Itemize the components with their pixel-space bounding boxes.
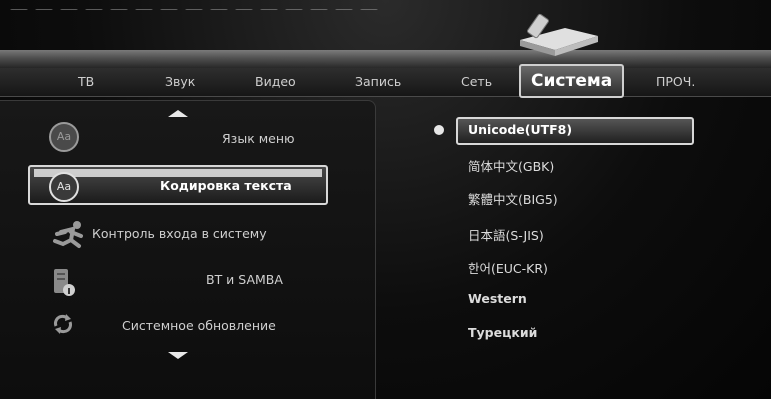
selected-bullet-icon xyxy=(434,125,444,135)
scroll-up-arrow-icon[interactable] xyxy=(168,110,188,117)
top-decoration xyxy=(10,0,410,10)
running-man-icon xyxy=(53,221,83,248)
refresh-icon xyxy=(54,314,72,334)
header-rail xyxy=(0,50,771,68)
menu-item-bt-samba[interactable]: BT и SAMBA xyxy=(206,272,283,287)
tab-other[interactable]: ПРОЧ. xyxy=(656,74,695,89)
device-icon xyxy=(54,269,75,296)
tab-video[interactable]: Видео xyxy=(255,74,296,89)
tab-system[interactable]: Система xyxy=(519,64,625,98)
option-turkish[interactable]: Турецкий xyxy=(468,325,537,340)
tab-sound[interactable]: Звук xyxy=(165,74,195,89)
menu-item-login-control[interactable]: Контроль входа в систему xyxy=(92,226,267,241)
aa-icon: Aa xyxy=(49,172,79,202)
option-big5[interactable]: 繁體中文(BIG5) xyxy=(468,189,558,208)
option-sjis[interactable]: 日本語(S-JIS) xyxy=(468,225,544,244)
tab-network[interactable]: Сеть xyxy=(461,74,492,89)
option-gbk[interactable]: 简体中文(GBK) xyxy=(468,156,554,175)
tab-tv[interactable]: ТВ xyxy=(78,74,94,89)
aa-icon: Aa xyxy=(49,122,79,152)
option-utf8[interactable]: Unicode(UTF8) xyxy=(468,122,572,137)
scroll-down-arrow-icon[interactable] xyxy=(168,352,188,359)
option-western[interactable]: Western xyxy=(468,291,527,306)
menu-item-system-update[interactable]: Системное обновление xyxy=(122,318,276,333)
highlight-shine xyxy=(34,169,322,177)
option-euc-kr[interactable]: 한어(EUC-KR) xyxy=(468,258,548,277)
menu-item-language[interactable]: Язык меню xyxy=(222,131,295,146)
media-player-icon xyxy=(520,13,598,56)
menu-item-text-encoding[interactable]: Кодировка текста xyxy=(160,178,292,193)
tab-record[interactable]: Запись xyxy=(355,74,401,89)
